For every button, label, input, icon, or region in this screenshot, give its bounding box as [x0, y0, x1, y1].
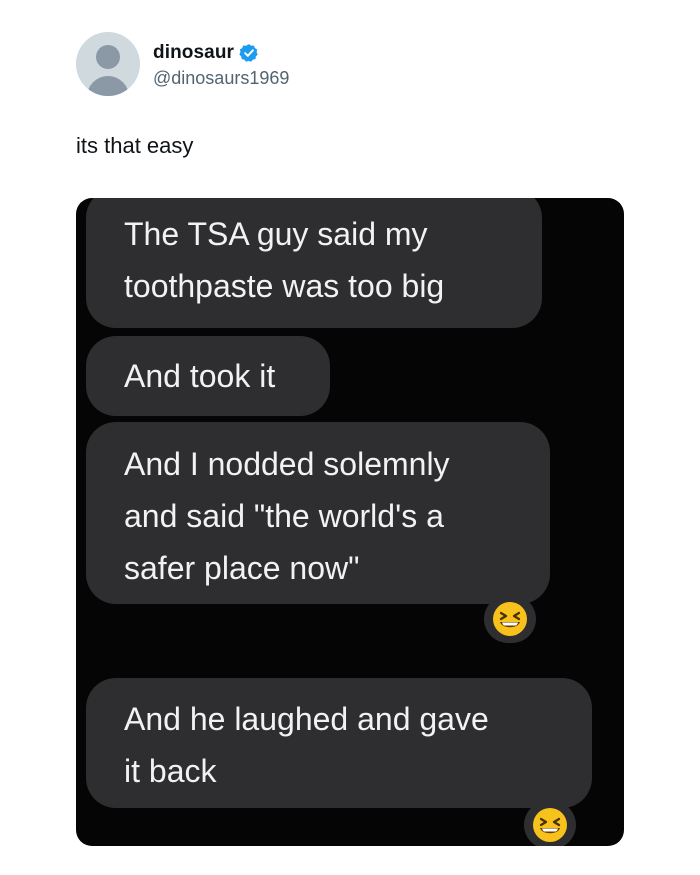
- message-line: it back: [124, 753, 217, 789]
- message-bubble: And he laughed and gave it back: [86, 678, 592, 808]
- message-line: And he laughed and gave: [124, 701, 489, 737]
- post-text: its that easy: [76, 133, 194, 158]
- display-name[interactable]: dinosaur: [153, 42, 234, 64]
- message-line: toothpaste was too big: [124, 268, 445, 304]
- message-line: safer place now": [124, 550, 360, 586]
- message-line: And took it: [124, 358, 276, 394]
- verified-badge-icon[interactable]: [239, 43, 259, 63]
- message-bubble: And took it: [86, 336, 330, 416]
- default-avatar-head: [96, 45, 120, 69]
- post-header: dinosaur @dinosaurs1969: [76, 31, 289, 97]
- message-line: And I nodded solemnly: [124, 446, 450, 482]
- laughing-emoji-icon: [484, 595, 536, 643]
- default-avatar-body: [87, 76, 129, 96]
- message-bubble: And I nodded solemnly and said "the worl…: [86, 422, 550, 604]
- author-identity: dinosaur @dinosaurs1969: [153, 40, 289, 89]
- avatar[interactable]: [76, 32, 140, 96]
- user-handle[interactable]: @dinosaurs1969: [153, 68, 289, 89]
- post-media-image[interactable]: The TSA guy said my toothpaste was too b…: [76, 198, 624, 846]
- message-line: and said "the world's a: [124, 498, 444, 534]
- message-bubble: The TSA guy said my toothpaste was too b…: [86, 198, 542, 328]
- message-line: The TSA guy said my: [124, 216, 428, 252]
- name-row: dinosaur: [153, 40, 289, 66]
- laughing-emoji-icon: [524, 801, 576, 846]
